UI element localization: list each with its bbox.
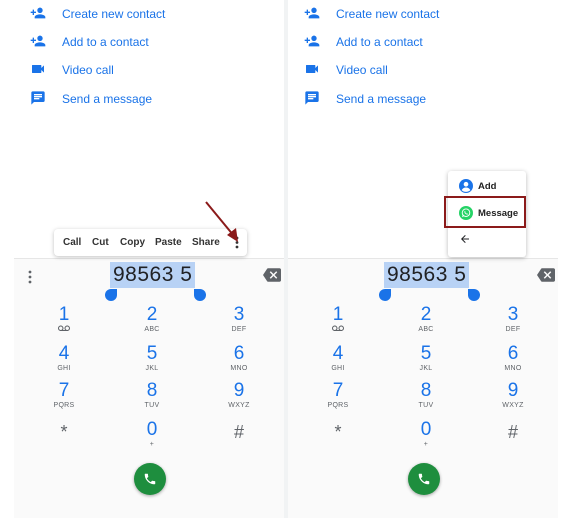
- menu-back[interactable]: [448, 228, 526, 254]
- video-camera-icon: [30, 61, 46, 82]
- dialed-number[interactable]: 98563 5: [110, 262, 196, 288]
- person-add-icon: [304, 33, 320, 54]
- key-6[interactable]: 6 MNO: [219, 344, 259, 373]
- selection-handle-start[interactable]: [379, 289, 391, 301]
- selection-handle-end[interactable]: [194, 289, 206, 301]
- key-star[interactable]: *: [44, 422, 84, 442]
- message-icon: [304, 90, 320, 111]
- key-star[interactable]: *: [318, 422, 358, 442]
- video-camera-icon: [304, 61, 320, 82]
- back-arrow-icon: [461, 235, 469, 243]
- key-4[interactable]: 4 GHI: [44, 344, 84, 373]
- context-cut[interactable]: Cut: [92, 237, 109, 248]
- right-screen: Create new contact Add to a contact Vide…: [288, 0, 558, 518]
- key-7[interactable]: 7 PQRS: [318, 381, 358, 410]
- action-label: Send a message: [62, 92, 153, 106]
- selection-handle-start[interactable]: [105, 289, 117, 301]
- action-label: Create new contact: [62, 7, 166, 21]
- create-new-contact-action[interactable]: Create new contact: [304, 4, 439, 26]
- backspace-icon[interactable]: [263, 268, 281, 282]
- key-5[interactable]: 5 JKL: [406, 344, 446, 373]
- menu-item-label: Add: [478, 181, 497, 192]
- person-add-icon: [30, 33, 46, 54]
- send-message-action[interactable]: Send a message: [304, 89, 426, 111]
- person-add-icon: [304, 5, 320, 26]
- key-9[interactable]: 9 WXYZ: [219, 381, 259, 410]
- call-button[interactable]: [134, 463, 166, 495]
- key-4[interactable]: 4 GHI: [318, 344, 358, 373]
- key-6[interactable]: 6 MNO: [493, 344, 533, 373]
- more-options-icon[interactable]: [26, 270, 34, 284]
- person-add-icon: [30, 5, 46, 26]
- key-hash[interactable]: #: [219, 422, 259, 442]
- context-call[interactable]: Call: [63, 237, 81, 248]
- video-call-action[interactable]: Video call: [304, 60, 388, 82]
- phone-icon: [144, 473, 156, 485]
- key-2[interactable]: 2 ABC: [132, 305, 172, 334]
- call-button[interactable]: [408, 463, 440, 495]
- annotation-highlight-box: [444, 196, 526, 228]
- context-paste[interactable]: Paste: [155, 237, 182, 248]
- key-5[interactable]: 5 JKL: [132, 344, 172, 373]
- backspace-icon[interactable]: [537, 268, 555, 282]
- action-label: Video call: [62, 63, 114, 77]
- voicemail-icon: [58, 325, 70, 331]
- key-8[interactable]: 8 TUV: [132, 381, 172, 410]
- add-to-contact-action[interactable]: Add to a contact: [30, 32, 149, 54]
- create-new-contact-action[interactable]: Create new contact: [30, 4, 165, 26]
- add-to-contact-action[interactable]: Add to a contact: [304, 32, 423, 54]
- phone-icon: [418, 473, 430, 485]
- context-copy[interactable]: Copy: [120, 237, 145, 248]
- left-screen: Create new contact Add to a contact Vide…: [14, 0, 284, 518]
- key-7[interactable]: 7 PQRS: [44, 381, 84, 410]
- key-9[interactable]: 9 WXYZ: [493, 381, 533, 410]
- message-icon: [30, 90, 46, 111]
- key-hash[interactable]: #: [493, 422, 533, 442]
- action-label: Add to a contact: [62, 35, 149, 49]
- key-3[interactable]: 3 DEF: [493, 305, 533, 334]
- send-message-action[interactable]: Send a message: [30, 89, 152, 111]
- key-1[interactable]: 1: [44, 305, 84, 335]
- key-1[interactable]: 1: [318, 305, 358, 335]
- contact-icon: [459, 179, 473, 193]
- key-3[interactable]: 3 DEF: [219, 305, 259, 334]
- key-0[interactable]: 0 +: [132, 420, 172, 449]
- action-label: Video call: [336, 63, 388, 77]
- key-8[interactable]: 8 TUV: [406, 381, 446, 410]
- voicemail-icon: [332, 325, 344, 331]
- dialed-number[interactable]: 98563 5: [384, 262, 470, 288]
- action-label: Send a message: [336, 92, 427, 106]
- selection-handle-end[interactable]: [468, 289, 480, 301]
- video-call-action[interactable]: Video call: [30, 60, 114, 82]
- action-label: Create new contact: [336, 7, 440, 21]
- key-2[interactable]: 2 ABC: [406, 305, 446, 334]
- annotation-arrow-icon: [205, 201, 238, 242]
- key-0[interactable]: 0 +: [406, 420, 446, 449]
- action-label: Add to a contact: [336, 35, 423, 49]
